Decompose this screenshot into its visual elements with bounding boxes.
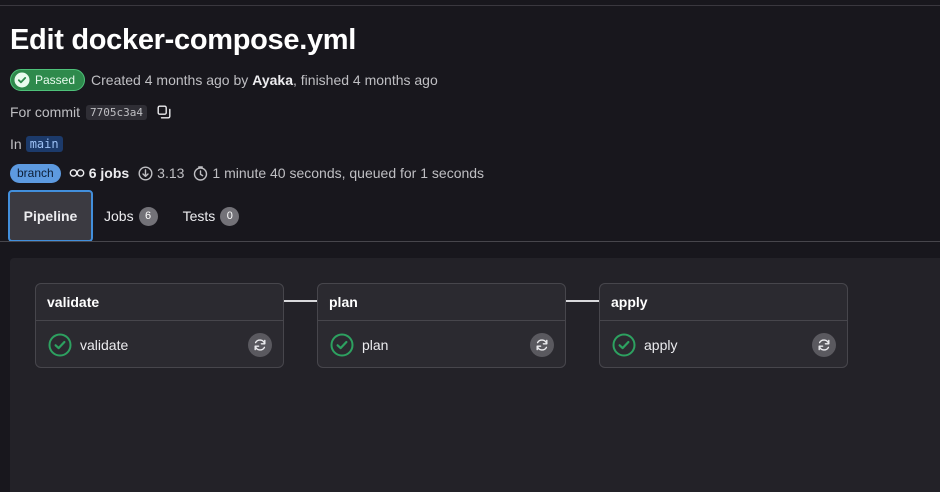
clock-icon [193, 165, 208, 181]
finished-text: , finished 4 months ago [293, 72, 438, 88]
tab-jobs-label: Jobs [104, 208, 134, 224]
stage-connector [284, 300, 317, 302]
copy-icon[interactable] [157, 105, 171, 119]
check-circle-icon [48, 333, 72, 357]
tab-pipeline-label: Pipeline [23, 208, 78, 224]
branch-row: In main [10, 133, 63, 155]
status-label: Passed [35, 73, 76, 87]
branch-label: In [10, 136, 22, 152]
pipeline-info-row: branch 6 jobs 3.13 1 minute 40 seconds, … [10, 162, 484, 184]
duration-info: 1 minute 40 seconds, queued for 1 second… [193, 165, 484, 181]
stage-name: apply [600, 284, 847, 321]
commit-row: For commit 7705c3a4 [10, 101, 171, 123]
branch-link[interactable]: main [25, 136, 63, 152]
version-info: 3.13 [138, 165, 184, 181]
tab-tests-label: Tests [182, 208, 216, 224]
tab-tests[interactable]: Tests 0 [183, 190, 240, 242]
tabs-divider [0, 241, 940, 242]
stage-plan: plan plan [317, 283, 566, 368]
jobs-count-text: 6 jobs [88, 165, 130, 181]
jobs-count-badge: 6 [138, 206, 158, 226]
pipeline-icon [69, 167, 85, 179]
retry-icon [535, 338, 549, 352]
job-name: validate [80, 337, 129, 353]
tab-pipeline[interactable]: Pipeline [8, 190, 93, 242]
retry-button[interactable] [530, 333, 554, 357]
version-text: 3.13 [157, 165, 185, 181]
retry-icon [253, 338, 267, 352]
job-item[interactable]: apply [600, 321, 847, 369]
tab-jobs[interactable]: Jobs 6 [104, 190, 158, 242]
status-badge[interactable]: Passed [10, 69, 86, 91]
job-item[interactable]: validate [36, 321, 283, 369]
created-text: Created 4 months ago by [91, 72, 249, 88]
job-name: plan [362, 337, 389, 353]
duration-text: 1 minute 40 seconds, queued for 1 second… [212, 165, 485, 181]
stage-validate: validate validate [35, 283, 284, 368]
check-circle-icon [612, 333, 636, 357]
job-item[interactable]: plan [318, 321, 565, 369]
check-circle-icon [14, 72, 30, 88]
stage-connector [566, 300, 599, 302]
page-title: Edit docker-compose.yml [10, 24, 357, 56]
retry-button[interactable] [812, 333, 836, 357]
commit-label: For commit [10, 104, 80, 120]
tests-count-badge: 0 [220, 206, 240, 226]
stage-name: validate [36, 284, 283, 321]
top-divider [0, 5, 940, 6]
download-icon [138, 165, 153, 181]
retry-icon [817, 338, 831, 352]
branch-type-badge: branch [10, 163, 61, 183]
stage-apply: apply apply [599, 283, 848, 368]
author-link[interactable]: Ayaka [252, 72, 293, 88]
jobs-count: 6 jobs [69, 165, 129, 181]
job-name: apply [644, 337, 678, 353]
retry-button[interactable] [248, 333, 272, 357]
pipeline-meta: Passed Created 4 months ago by Ayaka , f… [10, 68, 438, 92]
pipeline-tabs: Pipeline Jobs 6 Tests 0 [8, 190, 240, 242]
stage-name: plan [318, 284, 565, 321]
check-circle-icon [330, 333, 354, 357]
commit-sha-link[interactable]: 7705c3a4 [86, 104, 147, 120]
